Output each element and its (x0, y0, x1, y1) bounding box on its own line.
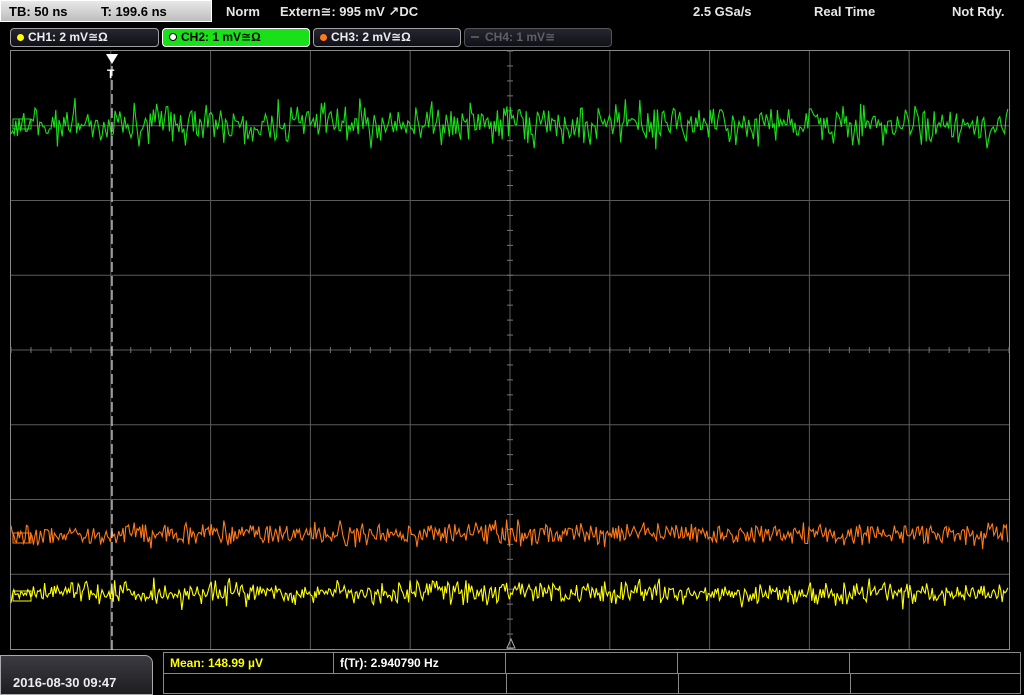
trigger-marker[interactable]: T (106, 54, 118, 650)
channel-2-trace (10, 97, 1009, 150)
measurement-mean[interactable]: Mean: 148.99 µV (164, 653, 334, 673)
traces (10, 97, 1009, 610)
measurement-slot-3[interactable] (506, 653, 678, 673)
channel-1-trace (10, 577, 1009, 610)
trigger-arrow-icon (106, 54, 118, 64)
trigger-marker-label: T (107, 67, 115, 81)
measurement-divider (164, 673, 1020, 674)
measurement-slot-5[interactable] (850, 653, 1020, 673)
datetime-label: 2016-08-30 09:47 (13, 675, 117, 690)
measurement-panel: Mean: 148.99 µV f(Tr): 2.940790 Hz (163, 652, 1021, 694)
time-reference-icon (506, 637, 516, 649)
measurement-frequency[interactable]: f(Tr): 2.940790 Hz (334, 653, 506, 673)
channel-3-trace (10, 519, 1009, 550)
datetime-panel: 2016-08-30 09:47 (0, 655, 153, 695)
measurement-slot-4[interactable] (678, 653, 850, 673)
waveform-graph: T (10, 50, 1010, 650)
